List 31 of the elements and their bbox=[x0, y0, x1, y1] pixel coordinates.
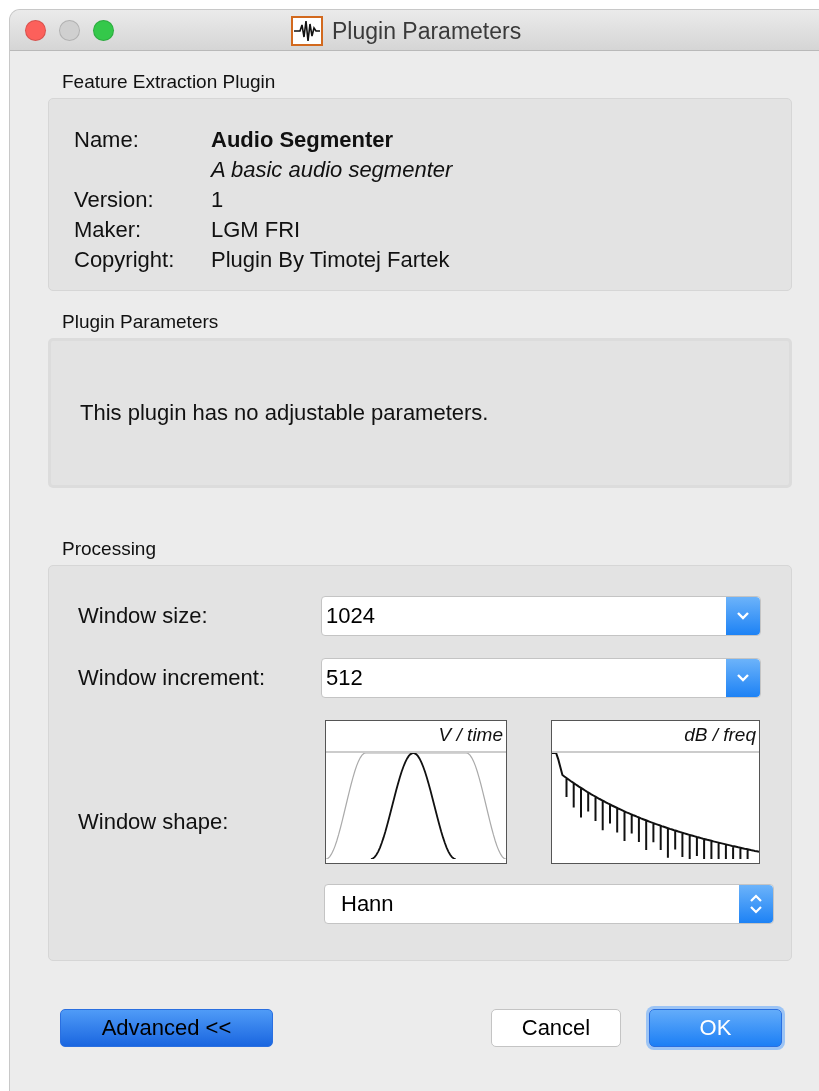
cancel-button[interactable]: Cancel bbox=[491, 1009, 621, 1047]
field-label: Window increment: bbox=[78, 665, 267, 691]
info-value: LGM FRI bbox=[211, 217, 302, 243]
combo-box[interactable]: 1024 bbox=[321, 596, 761, 636]
section-heading: Processing bbox=[61, 537, 157, 561]
up-down-chevron-icon bbox=[748, 892, 764, 916]
info-label: Version: bbox=[74, 187, 155, 213]
combo-box[interactable]: 512 bbox=[321, 658, 761, 698]
advanced-button[interactable]: Advanced << bbox=[60, 1009, 273, 1047]
window-title: Plugin Parameters bbox=[332, 17, 522, 45]
waveform-icon bbox=[291, 16, 323, 46]
plot-caption: dB / freq bbox=[552, 721, 759, 753]
chevron-down-icon bbox=[735, 672, 751, 684]
field-label: Window size: bbox=[78, 603, 209, 629]
minimize-button[interactable] bbox=[59, 19, 80, 41]
close-button[interactable] bbox=[25, 19, 46, 41]
info-value: 1 bbox=[211, 187, 225, 213]
info-value: A basic audio segmenter bbox=[211, 157, 454, 183]
zoom-button[interactable] bbox=[93, 19, 114, 41]
field-label: Window shape: bbox=[78, 809, 230, 835]
section-heading: Plugin Parameters bbox=[61, 310, 220, 334]
info-value: Plugin By Timotej Fartek bbox=[211, 247, 451, 273]
info-label: Copyright: bbox=[74, 247, 176, 273]
chevron-down-icon bbox=[735, 610, 751, 622]
popup-button[interactable]: Hann bbox=[324, 884, 774, 924]
section-heading: Feature Extraction Plugin bbox=[61, 70, 277, 94]
info-label: Maker: bbox=[74, 217, 143, 243]
message-text: This plugin has no adjustable parameters. bbox=[80, 400, 489, 426]
info-label: Name: bbox=[74, 127, 140, 153]
plot-caption: V / time bbox=[326, 721, 506, 753]
info-value: Audio Segmenter bbox=[211, 127, 395, 153]
